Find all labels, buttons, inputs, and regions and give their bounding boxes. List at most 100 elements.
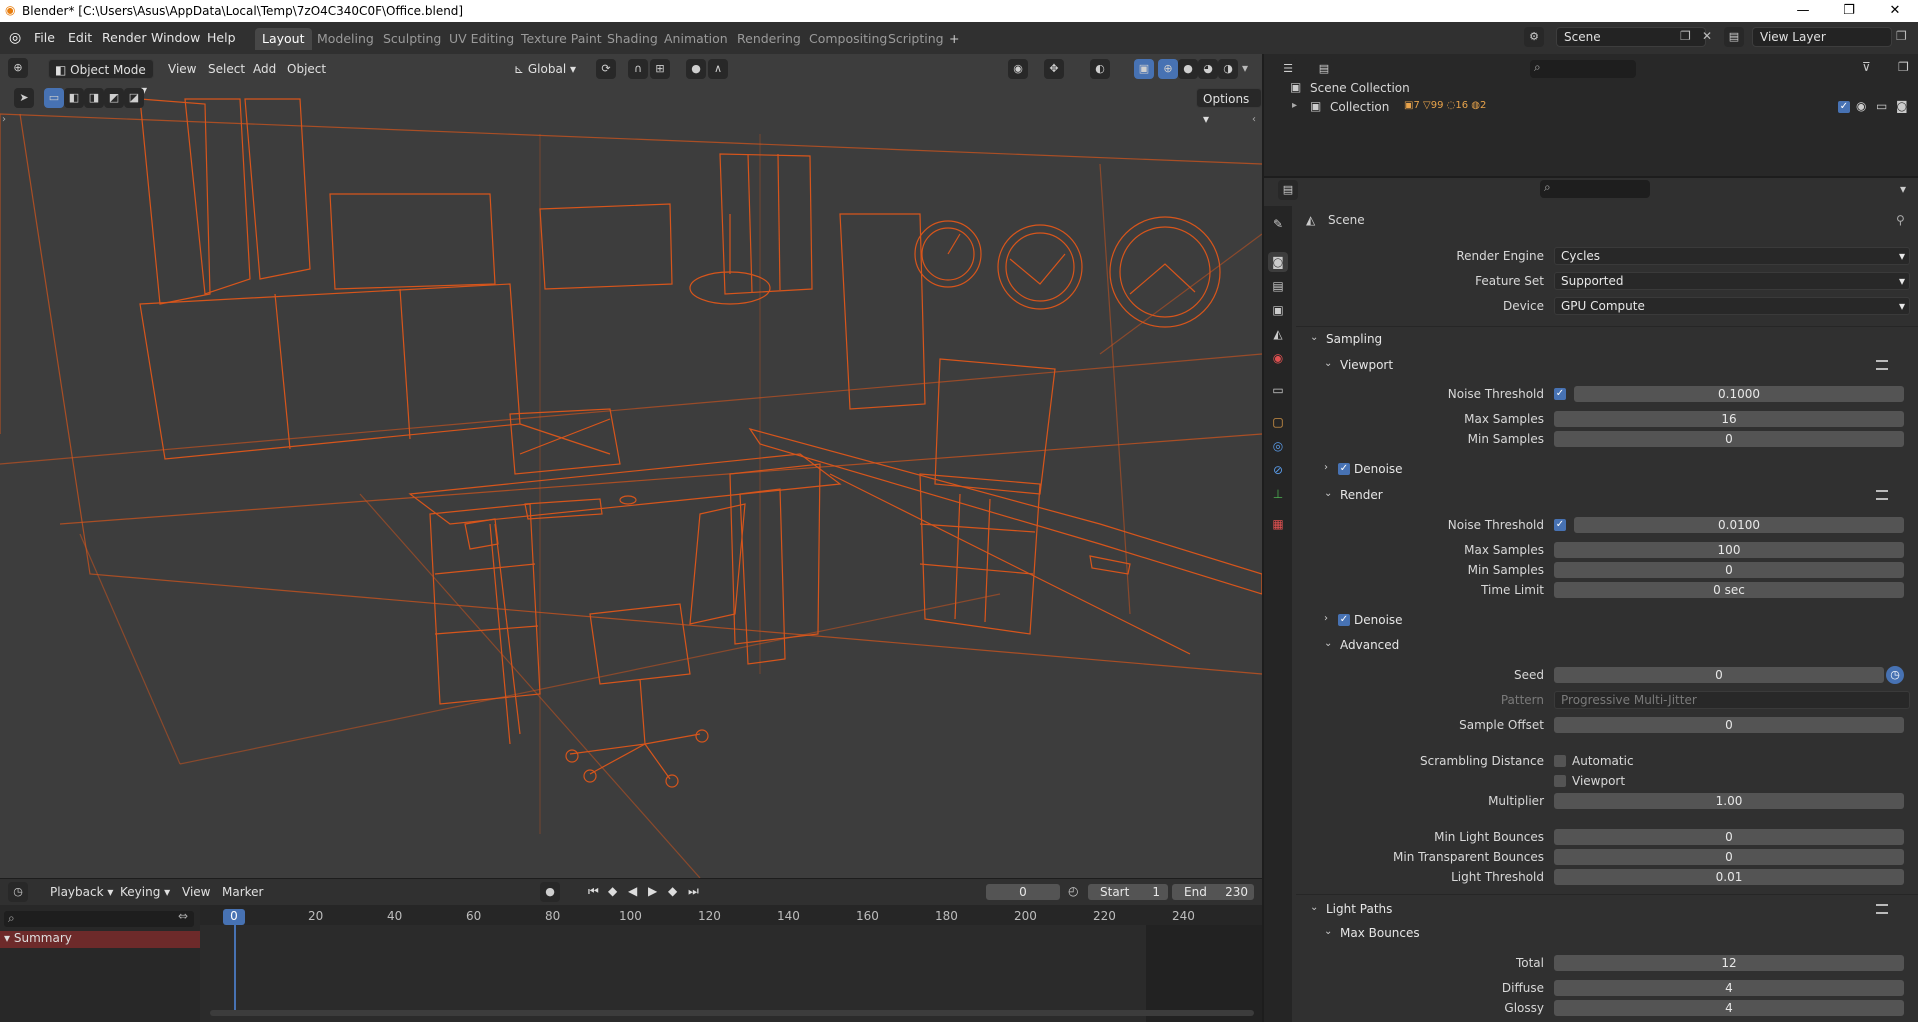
object-mode-dropdown[interactable]: ◧ Object Mode ▾ [48, 59, 154, 97]
sidebar-toggle-icon[interactable]: ‹ [1252, 114, 1256, 125]
viewport-subpanel-header[interactable]: Viewport [1340, 358, 1393, 372]
collection-tab-icon[interactable]: ▭ [1268, 380, 1288, 400]
menu-edit[interactable]: Edit [68, 28, 92, 48]
advanced-subpanel-header[interactable]: Advanced [1340, 638, 1399, 652]
outliner-editor-type-icon[interactable]: ☰ [1278, 59, 1298, 79]
render-camera-icon[interactable]: ◙ [1896, 99, 1908, 113]
summary-row[interactable]: ▾ Summary [0, 931, 200, 948]
transform-orientation-dropdown[interactable]: ⊾ Global ▾ [508, 59, 582, 79]
close-button[interactable]: ✕ [1872, 0, 1918, 22]
light-paths-panel-header[interactable]: Light Paths [1326, 902, 1392, 916]
monitor-icon[interactable]: ▭ [1876, 99, 1887, 113]
end-frame-field[interactable]: End 230 [1172, 884, 1254, 900]
scene-copy-icon[interactable]: ❐ [1680, 29, 1691, 43]
select-invert-icon[interactable]: ◩ [104, 88, 124, 108]
sample-offset-field[interactable]: 0 [1554, 717, 1904, 733]
vp-denoise-checkbox[interactable]: ✓ [1338, 463, 1350, 475]
physics-tab-icon[interactable]: ◎ [1268, 436, 1288, 456]
next-keyframe-icon[interactable]: ◆ [668, 884, 677, 898]
collection-contents[interactable]: ▣7 ▽99 ◌16 ◍2 [1404, 100, 1486, 111]
device-dropdown[interactable]: GPU Compute ▾ [1554, 297, 1910, 315]
minimize-button[interactable]: — [1780, 0, 1826, 22]
play-icon[interactable]: ▶ [648, 884, 657, 898]
vp-min-samples-field[interactable]: 0 [1554, 431, 1904, 447]
select-intersect-icon[interactable]: ◪ [124, 88, 144, 108]
eye-icon[interactable]: ◉ [1856, 99, 1866, 113]
shading-dropdown-icon[interactable]: ▾ [1242, 61, 1248, 75]
multiplier-field[interactable]: 1.00 [1554, 793, 1904, 809]
properties-editor-type-icon[interactable]: ▤ [1278, 180, 1298, 200]
tab-rendering[interactable]: Rendering [730, 28, 808, 50]
feature-set-dropdown[interactable]: Supported ▾ [1554, 272, 1910, 290]
expand-triangle-icon[interactable]: ▸ [1292, 100, 1297, 111]
timeline-editor-type-icon[interactable]: ◷ [8, 882, 28, 902]
select-cursor-icon[interactable]: ➤ [14, 88, 34, 108]
wireframe-shading-icon[interactable]: ⊕ [1158, 59, 1178, 79]
collapse-icon[interactable]: ⌄ [1324, 926, 1332, 937]
render-tab-icon[interactable]: ◙ [1268, 252, 1288, 272]
vp-max-samples-field[interactable]: 16 [1554, 411, 1904, 427]
scene-tab-icon[interactable]: ◭ [1268, 324, 1288, 344]
tab-texture-paint[interactable]: Texture Paint [514, 28, 609, 50]
gizmo-icon[interactable]: ✥ [1044, 59, 1064, 79]
menu-object[interactable]: Object [281, 59, 332, 79]
overlays-icon[interactable]: ◐ [1090, 59, 1110, 79]
tool-tab-icon[interactable]: ✎ [1268, 214, 1288, 234]
collapse-icon[interactable]: ⌄ [1324, 358, 1332, 369]
time-limit-field[interactable]: 0 sec [1554, 582, 1904, 598]
collapse-icon[interactable]: ⌄ [1310, 332, 1318, 343]
menu-keying[interactable]: Keying ▾ [114, 882, 176, 902]
select-extend-icon[interactable]: ◧ [64, 88, 84, 108]
tab-uv-editing[interactable]: UV Editing [442, 28, 521, 50]
scene-browse-icon[interactable]: ⚙ [1524, 27, 1544, 47]
view-layer-selector[interactable]: View Layer [1752, 27, 1892, 47]
glossy-bounces-field[interactable]: 4 [1554, 1000, 1904, 1016]
expand-icon[interactable]: › [1324, 613, 1328, 624]
properties-search-input[interactable]: ⌕ [1540, 180, 1650, 198]
viewport-scrambling-checkbox[interactable] [1554, 775, 1566, 787]
object-tab-icon[interactable]: ▢ [1268, 412, 1288, 432]
3d-viewport[interactable]: ⊕ ◧ Object Mode ▾ View Select Add Object … [0, 54, 1262, 878]
view-layer-browse-icon[interactable]: ▤ [1724, 27, 1744, 47]
world-tab-icon[interactable]: ◉ [1268, 348, 1288, 368]
menu-window[interactable]: Window [151, 28, 200, 48]
menu-help[interactable]: Help [207, 28, 236, 48]
r-max-samples-field[interactable]: 100 [1554, 542, 1904, 558]
r-denoise-subpanel-header[interactable]: Denoise [1354, 613, 1403, 627]
constraints-tab-icon[interactable]: ⊘ [1268, 460, 1288, 480]
start-frame-field[interactable]: Start 1 [1088, 884, 1168, 900]
collection-label[interactable]: Collection [1330, 100, 1389, 114]
options-dropdown[interactable]: Options ▾ [1196, 88, 1262, 126]
solid-shading-icon[interactable]: ● [1178, 59, 1198, 79]
collapse-icon[interactable]: ⌄ [1310, 902, 1318, 913]
r-noise-threshold-field[interactable]: 0.0100 [1574, 517, 1904, 533]
r-min-samples-field[interactable]: 0 [1554, 562, 1904, 578]
pattern-dropdown[interactable]: Progressive Multi-Jitter [1554, 691, 1910, 709]
expand-icon[interactable]: › [1324, 462, 1328, 473]
material-shading-icon[interactable]: ◕ [1198, 59, 1218, 79]
pivot-icon[interactable]: ⟳ [596, 59, 616, 79]
menu-add[interactable]: Add [247, 59, 282, 79]
max-bounces-subpanel-header[interactable]: Max Bounces [1340, 926, 1420, 940]
menu-file[interactable]: File [34, 28, 55, 48]
menu-timeline-view[interactable]: View [176, 882, 216, 902]
toolbar-toggle-icon[interactable]: › [2, 114, 6, 125]
snap-icon[interactable]: ∩ [628, 59, 648, 79]
exclude-checkbox[interactable]: ✓ [1838, 101, 1850, 113]
render-subpanel-header[interactable]: Render [1340, 488, 1383, 502]
menu-playback[interactable]: Playback ▾ [44, 882, 119, 902]
tab-animation[interactable]: Animation [657, 28, 735, 50]
diffuse-bounces-field[interactable]: 4 [1554, 980, 1904, 996]
blender-menu-icon[interactable]: ◎ [9, 28, 21, 48]
random-seed-clock-icon[interactable]: ◷ [1886, 666, 1904, 684]
maximize-button[interactable]: ❐ [1826, 0, 1872, 22]
current-frame-field[interactable]: 0 [986, 884, 1060, 900]
tab-scripting[interactable]: Scripting [881, 28, 951, 50]
view-layer-copy-icon[interactable]: ❐ [1896, 29, 1907, 43]
min-light-bounces-field[interactable]: 0 [1554, 829, 1904, 845]
editor-type-icon[interactable]: ⊕ [8, 58, 28, 78]
menu-view[interactable]: View [162, 59, 202, 79]
prev-keyframe-icon[interactable]: ◆ [608, 884, 617, 898]
jump-start-icon[interactable]: ⏮ [588, 884, 599, 899]
select-new-icon[interactable]: ▭ [44, 88, 64, 108]
